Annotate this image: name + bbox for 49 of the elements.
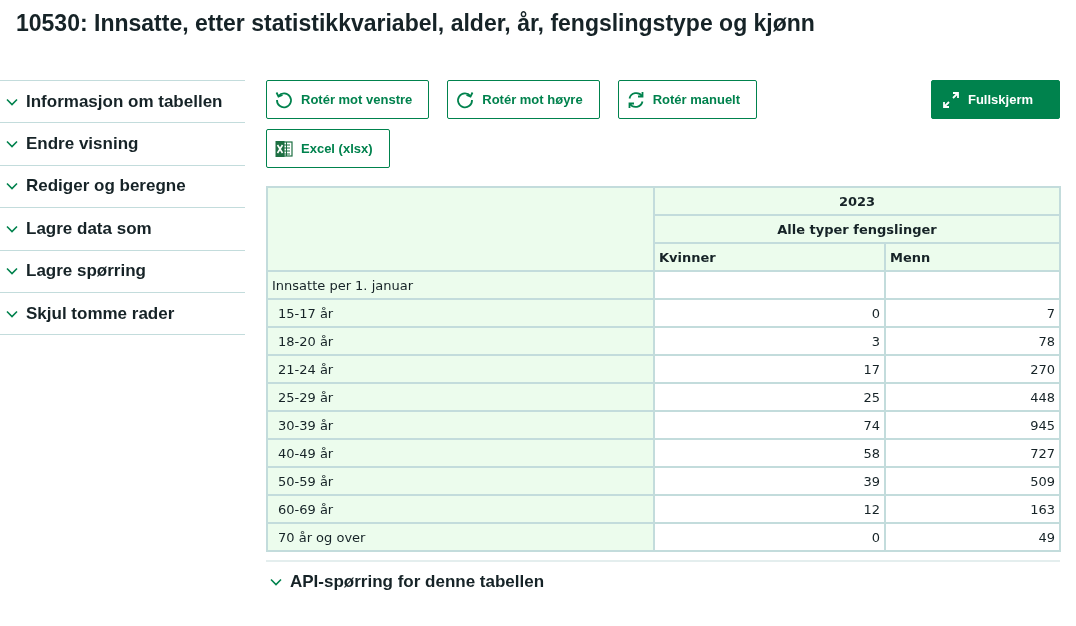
chevron-icon <box>6 140 18 149</box>
table-cell: 727 <box>885 439 1060 467</box>
table-cell: 0 <box>654 523 885 551</box>
table-cell: 448 <box>885 383 1060 411</box>
table-cell: 74 <box>654 411 885 439</box>
table-cell: 12 <box>654 495 885 523</box>
table-cell: 78 <box>885 327 1060 355</box>
table-cell: 0 <box>654 299 885 327</box>
table-cell: 3 <box>654 327 885 355</box>
row-header: 25-29 år <box>267 383 654 411</box>
column-header: Menn <box>885 243 1060 271</box>
row-header: 18-20 år <box>267 327 654 355</box>
rotate-button[interactable]: Rotér mot høyre <box>447 80 600 119</box>
fullscreen-button[interactable]: Fullskjerm <box>930 80 1060 119</box>
table-cell: 58 <box>654 439 885 467</box>
table-cell: 39 <box>654 467 885 495</box>
row-header: 15-17 år <box>267 299 654 327</box>
chevron-icon <box>6 97 18 106</box>
column-header: Kvinner <box>654 243 885 271</box>
column-header: 2023 <box>654 187 1060 215</box>
row-header: 30-39 år <box>267 411 654 439</box>
expand-icon <box>940 89 961 110</box>
chevron-icon <box>270 578 282 586</box>
chevron-icon <box>6 182 18 191</box>
chevron-icon <box>6 224 18 233</box>
row-header: 50-59 år <box>267 467 654 495</box>
column-header: Alle typer fengslinger <box>654 215 1060 243</box>
rotate-button[interactable]: Rotér manuelt <box>617 80 758 119</box>
spreadsheet-icon <box>274 138 294 159</box>
excel-export-button[interactable]: Excel (xlsx) <box>266 129 390 168</box>
table-cell: 7 <box>885 299 1060 327</box>
row-header: 40-49 år <box>267 439 654 467</box>
rotate-right-icon <box>455 89 476 110</box>
table-cell: 49 <box>885 523 1060 551</box>
chevron-icon <box>6 267 18 276</box>
table-cell: 945 <box>885 411 1060 439</box>
row-header: 70 år og over <box>267 523 654 551</box>
table-cell: 509 <box>885 467 1060 495</box>
rotate-button[interactable]: Rotér mot venstre <box>266 80 430 119</box>
rotate-left-icon <box>274 89 294 110</box>
table-cell: 163 <box>885 495 1060 523</box>
row-header: 21-24 år <box>267 355 654 383</box>
table-cell: 25 <box>654 383 885 411</box>
chevron-icon <box>6 309 18 318</box>
page-title: 10530: Innsatte, etter statistikkvariabel, alder, år, fengslingstype og kjønn <box>16 9 816 38</box>
row-header: Innsatte per 1. januar <box>267 271 654 299</box>
table-cell: 17 <box>654 355 885 383</box>
row-header: 60-69 år <box>267 495 654 523</box>
table-cell: 270 <box>885 355 1060 383</box>
